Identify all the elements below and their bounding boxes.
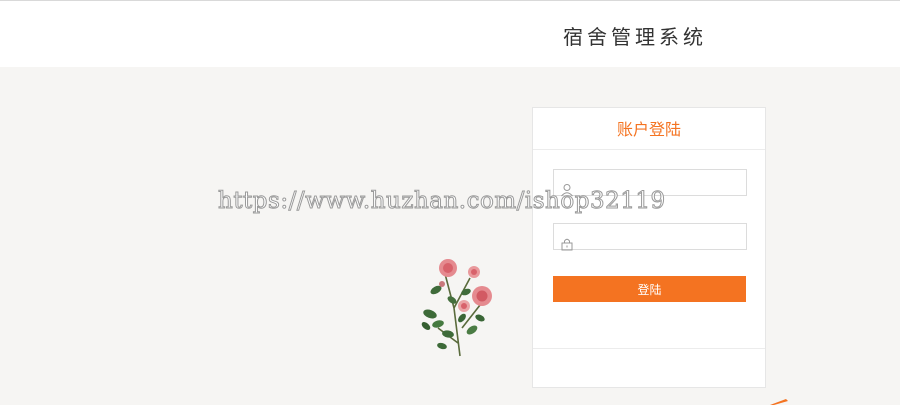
- password-input[interactable]: [554, 224, 746, 249]
- login-button[interactable]: 登陆: [553, 276, 746, 302]
- login-panel: 账户登陆 登陆: [532, 107, 766, 388]
- header-bar: 宿舍管理系统: [0, 0, 900, 67]
- watermark-text: https://www.huzhan.com/ishop32119: [218, 188, 666, 215]
- password-field[interactable]: [553, 223, 747, 251]
- login-page: 宿舍管理系统 账户登陆 登陆 https://www.huzhan.com/is…: [0, 0, 900, 405]
- lock-icon: [561, 238, 573, 251]
- panel-divider: [533, 348, 765, 349]
- corner-arrow-icon: [770, 399, 788, 405]
- app-title: 宿舍管理系统: [563, 25, 707, 49]
- rose-illustration: [421, 259, 492, 357]
- login-title: 账户登陆: [533, 108, 765, 150]
